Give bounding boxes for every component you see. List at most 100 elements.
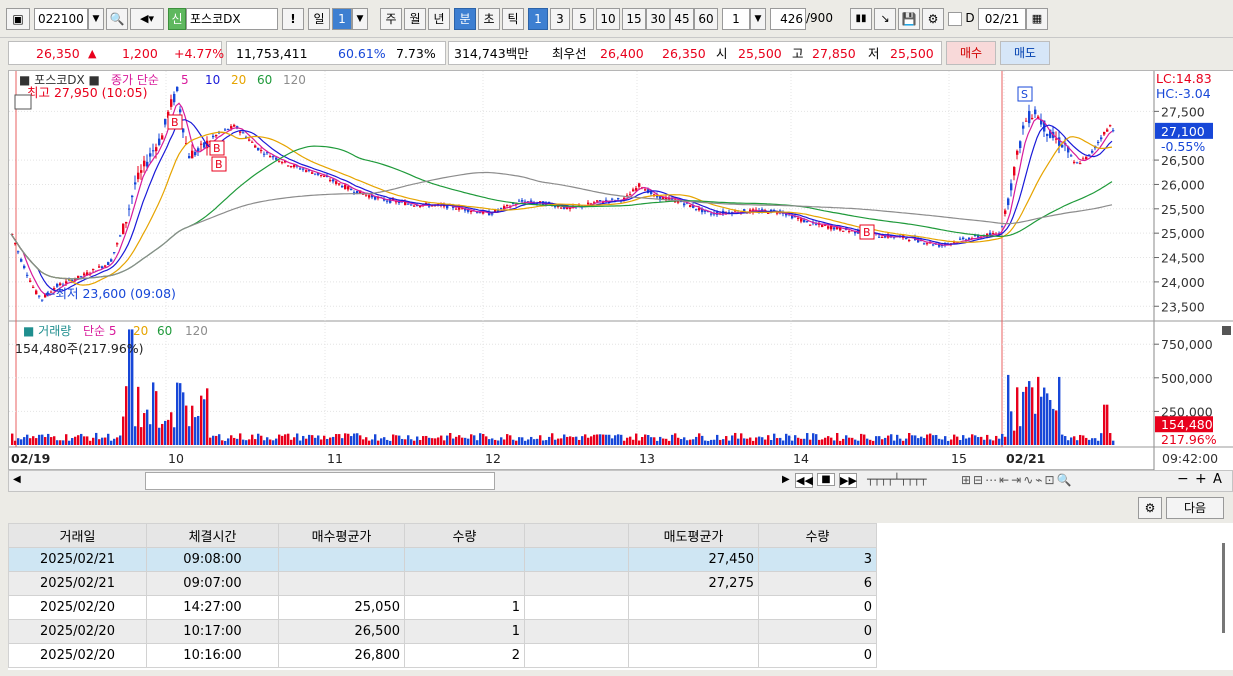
code-dropdown-icon[interactable]: ▼ xyxy=(88,8,104,30)
volume-bar xyxy=(644,434,647,445)
price-volume-chart[interactable]: 27,500 26,500 26,000 25,500 25,000 24,500 24,0… xyxy=(9,71,1233,471)
volume-bar xyxy=(344,433,347,445)
date-input[interactable]: 02/21 xyxy=(978,8,1026,30)
volume-bar xyxy=(596,434,599,445)
period-week-button[interactable]: 주 xyxy=(380,8,402,30)
volume-bar xyxy=(62,440,65,445)
volume-bar xyxy=(194,417,197,445)
interval-15-button[interactable]: 15 xyxy=(622,8,646,30)
volume-bar xyxy=(560,438,563,445)
window-icon[interactable]: ▣ xyxy=(6,8,30,30)
cell: 10:17:00 xyxy=(146,619,279,644)
zoom-out-icon[interactable]: − xyxy=(1177,471,1189,487)
scroll-thumb[interactable] xyxy=(145,472,495,490)
candle xyxy=(287,165,290,167)
table-scroll-thumb[interactable] xyxy=(1222,543,1225,633)
candle xyxy=(1013,167,1016,176)
candle-style-icon[interactable]: ▮▮ xyxy=(850,8,872,30)
candle xyxy=(365,194,368,196)
table-row[interactable]: 2025/02/20 10:16:00 26,800 2 0 xyxy=(8,643,877,668)
candle xyxy=(200,143,203,145)
day-dropdown-icon[interactable]: ▼ xyxy=(352,8,368,30)
zoom-in-icon[interactable]: + xyxy=(1195,471,1207,487)
volume-bar xyxy=(986,434,989,445)
period-second-button[interactable]: 초 xyxy=(478,8,500,30)
table-row[interactable]: 2025/02/20 10:17:00 26,500 1 0 xyxy=(8,619,877,644)
volume-bar xyxy=(755,437,758,445)
interval-10-button[interactable]: 10 xyxy=(596,8,620,30)
volume-bar xyxy=(491,438,494,445)
period-minute-button[interactable]: 분 xyxy=(454,8,476,30)
chart-scrollbar[interactable]: ◀ ▶ ◀◀ ■ ▶▶ ┬┬┬┬┴┬┬┬┬ ⊞⊟⋯⇤⇥∿⌁⊡🔍 − + A xyxy=(8,470,1233,492)
period-tick-button[interactable]: 틱 xyxy=(502,8,524,30)
date-checkbox[interactable] xyxy=(948,12,962,26)
volume-bar xyxy=(521,437,524,445)
scroll-left-icon[interactable]: ◀ xyxy=(13,474,21,485)
gear-icon[interactable]: ⚙ xyxy=(922,8,944,30)
chart-panel[interactable]: 27,500 26,500 26,000 25,500 25,000 24,500 24,0… xyxy=(8,70,1233,471)
interval-1-button[interactable]: 1 xyxy=(528,8,548,30)
volume-bar xyxy=(1100,433,1103,445)
volume-bar xyxy=(11,433,14,445)
table-row[interactable]: 2025/02/20 14:27:00 25,050 1 0 xyxy=(8,595,877,620)
save-icon[interactable]: 💾 xyxy=(898,8,920,30)
period-day-button[interactable]: 일 xyxy=(308,8,330,30)
volume-bar xyxy=(149,424,152,445)
scroll-right-icon[interactable]: ▶ xyxy=(782,474,790,485)
drawing-tools-icons[interactable]: ⊞⊟⋯⇤⇥∿⌁⊡🔍 xyxy=(961,473,1074,487)
volume-bar xyxy=(716,434,719,445)
candle xyxy=(140,170,143,173)
sell-button[interactable]: 매도 xyxy=(1000,41,1050,65)
volume-bar xyxy=(296,433,299,445)
volume-bar xyxy=(326,438,329,445)
stop-icon[interactable]: ■ xyxy=(817,473,835,486)
candle xyxy=(419,206,422,208)
candle xyxy=(272,156,275,158)
zoom-slider[interactable]: ┬┬┬┬┴┬┬┬┬ xyxy=(867,473,927,486)
buy-button[interactable]: 매수 xyxy=(946,41,996,65)
volume-bar xyxy=(89,440,92,445)
candle xyxy=(293,164,296,168)
candle xyxy=(1082,158,1085,160)
candle xyxy=(803,219,806,223)
col-trade-date: 거래일 xyxy=(8,523,147,548)
next-button[interactable]: 다음 xyxy=(1166,497,1224,519)
cell: 14:27:00 xyxy=(146,595,279,620)
x-tick-label: 02/19 xyxy=(11,451,50,466)
interval-30-button[interactable]: 30 xyxy=(646,8,670,30)
search-icon[interactable]: 🔍 xyxy=(106,8,128,30)
trend-tool-icon[interactable]: ↘ xyxy=(874,8,896,30)
forward-icon[interactable]: ▶▶ xyxy=(839,473,857,488)
volume-bar xyxy=(665,438,668,445)
volume-pct-label: 217.96% xyxy=(1161,432,1217,447)
interval-value-input[interactable]: 1 xyxy=(722,8,750,30)
count-input[interactable]: 426 xyxy=(770,8,806,30)
stock-name-field[interactable]: 포스코DX xyxy=(186,8,278,30)
candle xyxy=(128,208,131,210)
stock-code-input[interactable]: 022100 xyxy=(34,8,88,30)
volume-bar xyxy=(611,438,614,445)
interval-60-button[interactable]: 60 xyxy=(694,8,718,30)
volume-bar xyxy=(632,439,635,445)
calendar-icon[interactable]: ▦ xyxy=(1026,8,1048,30)
table-row[interactable]: 2025/02/21 09:07:00 27,275 6 xyxy=(8,571,877,596)
volume-bar xyxy=(311,435,314,445)
volume-bar xyxy=(329,437,332,445)
rewind-icon[interactable]: ◀◀ xyxy=(795,473,813,488)
speaker-icon[interactable]: ◀▾ xyxy=(130,8,164,30)
interval-45-button[interactable]: 45 xyxy=(670,8,694,30)
volume-bar xyxy=(1061,434,1064,445)
interval-dropdown-icon[interactable]: ▼ xyxy=(750,8,766,30)
interval-3-button[interactable]: 3 xyxy=(550,8,570,30)
candle xyxy=(41,299,44,301)
table-row[interactable]: 2025/02/21 09:08:00 27,450 3 xyxy=(8,547,877,572)
volume-bar xyxy=(779,437,782,445)
info-button[interactable]: ! xyxy=(282,8,304,30)
period-month-button[interactable]: 월 xyxy=(404,8,426,30)
period-year-button[interactable]: 년 xyxy=(428,8,450,30)
day-count-field[interactable]: 1 xyxy=(332,8,352,30)
gear-icon[interactable]: ⚙ xyxy=(1138,497,1162,519)
interval-5-button[interactable]: 5 xyxy=(572,8,594,30)
font-size-icon[interactable]: A xyxy=(1213,472,1222,487)
table-scrollbar[interactable] xyxy=(1218,523,1233,670)
